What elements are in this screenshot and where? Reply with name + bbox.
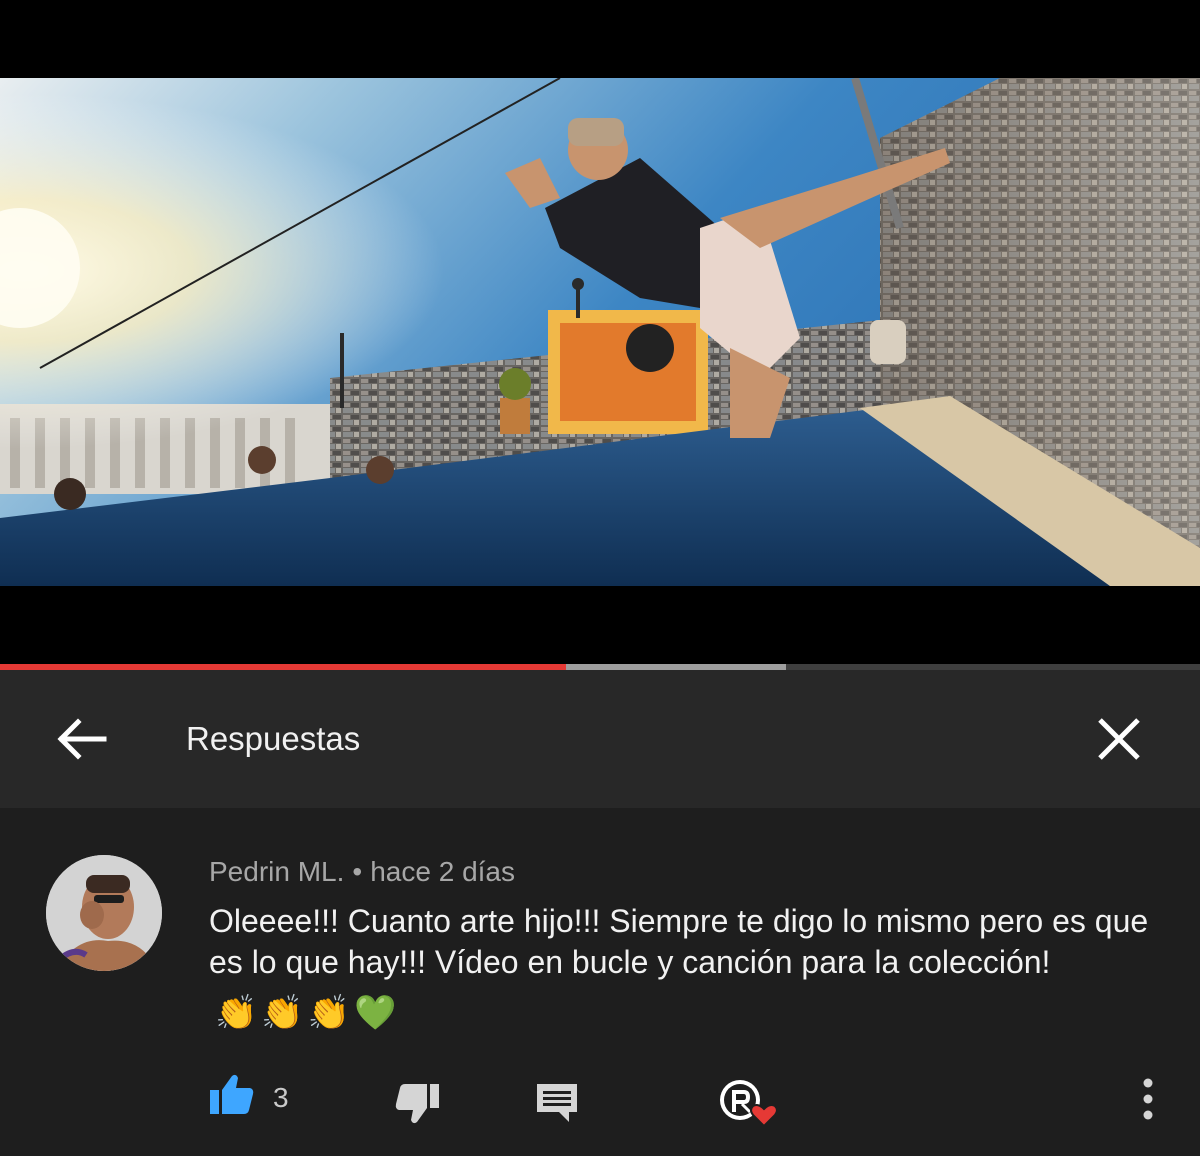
comment-text: Oleeee!!! Cuanto arte hijo!!! Siempre te… — [209, 901, 1169, 1034]
creator-heart-icon — [718, 1078, 782, 1130]
meta-separator: • — [352, 856, 363, 887]
page-title: Respuestas — [186, 720, 361, 757]
comment-author[interactable]: Pedrin ML. — [209, 856, 344, 887]
like-count: 3 — [273, 1082, 289, 1113]
comment-time: hace 2 días — [370, 856, 515, 887]
clap-emoji: 👏 — [307, 993, 351, 1033]
clap-emoji: 👏 — [215, 993, 258, 1033]
green-heart-emoji: 💚 — [354, 993, 397, 1033]
comment-emojis: 👏 👏 👏 💚 — [215, 993, 400, 1034]
video-frame[interactable] — [0, 78, 1200, 586]
avatar[interactable] — [46, 855, 162, 971]
comment-meta: Pedrin ML. • hace 2 días — [209, 855, 515, 889]
video-player[interactable] — [0, 0, 1200, 664]
video-still-image — [0, 78, 1200, 586]
clap-emoji: 👏 — [261, 993, 304, 1033]
thumbs-up-icon[interactable] — [206, 1070, 256, 1120]
replies-header — [0, 670, 1200, 808]
comment-body: Oleeee!!! Cuanto arte hijo!!! Siempre te… — [209, 903, 1149, 980]
reply-icon[interactable] — [533, 1078, 581, 1126]
thumbs-down-icon[interactable] — [393, 1078, 443, 1128]
more-vert-icon[interactable] — [1130, 1076, 1166, 1122]
arrow-back-icon[interactable] — [50, 708, 112, 770]
close-icon[interactable] — [1090, 710, 1148, 768]
